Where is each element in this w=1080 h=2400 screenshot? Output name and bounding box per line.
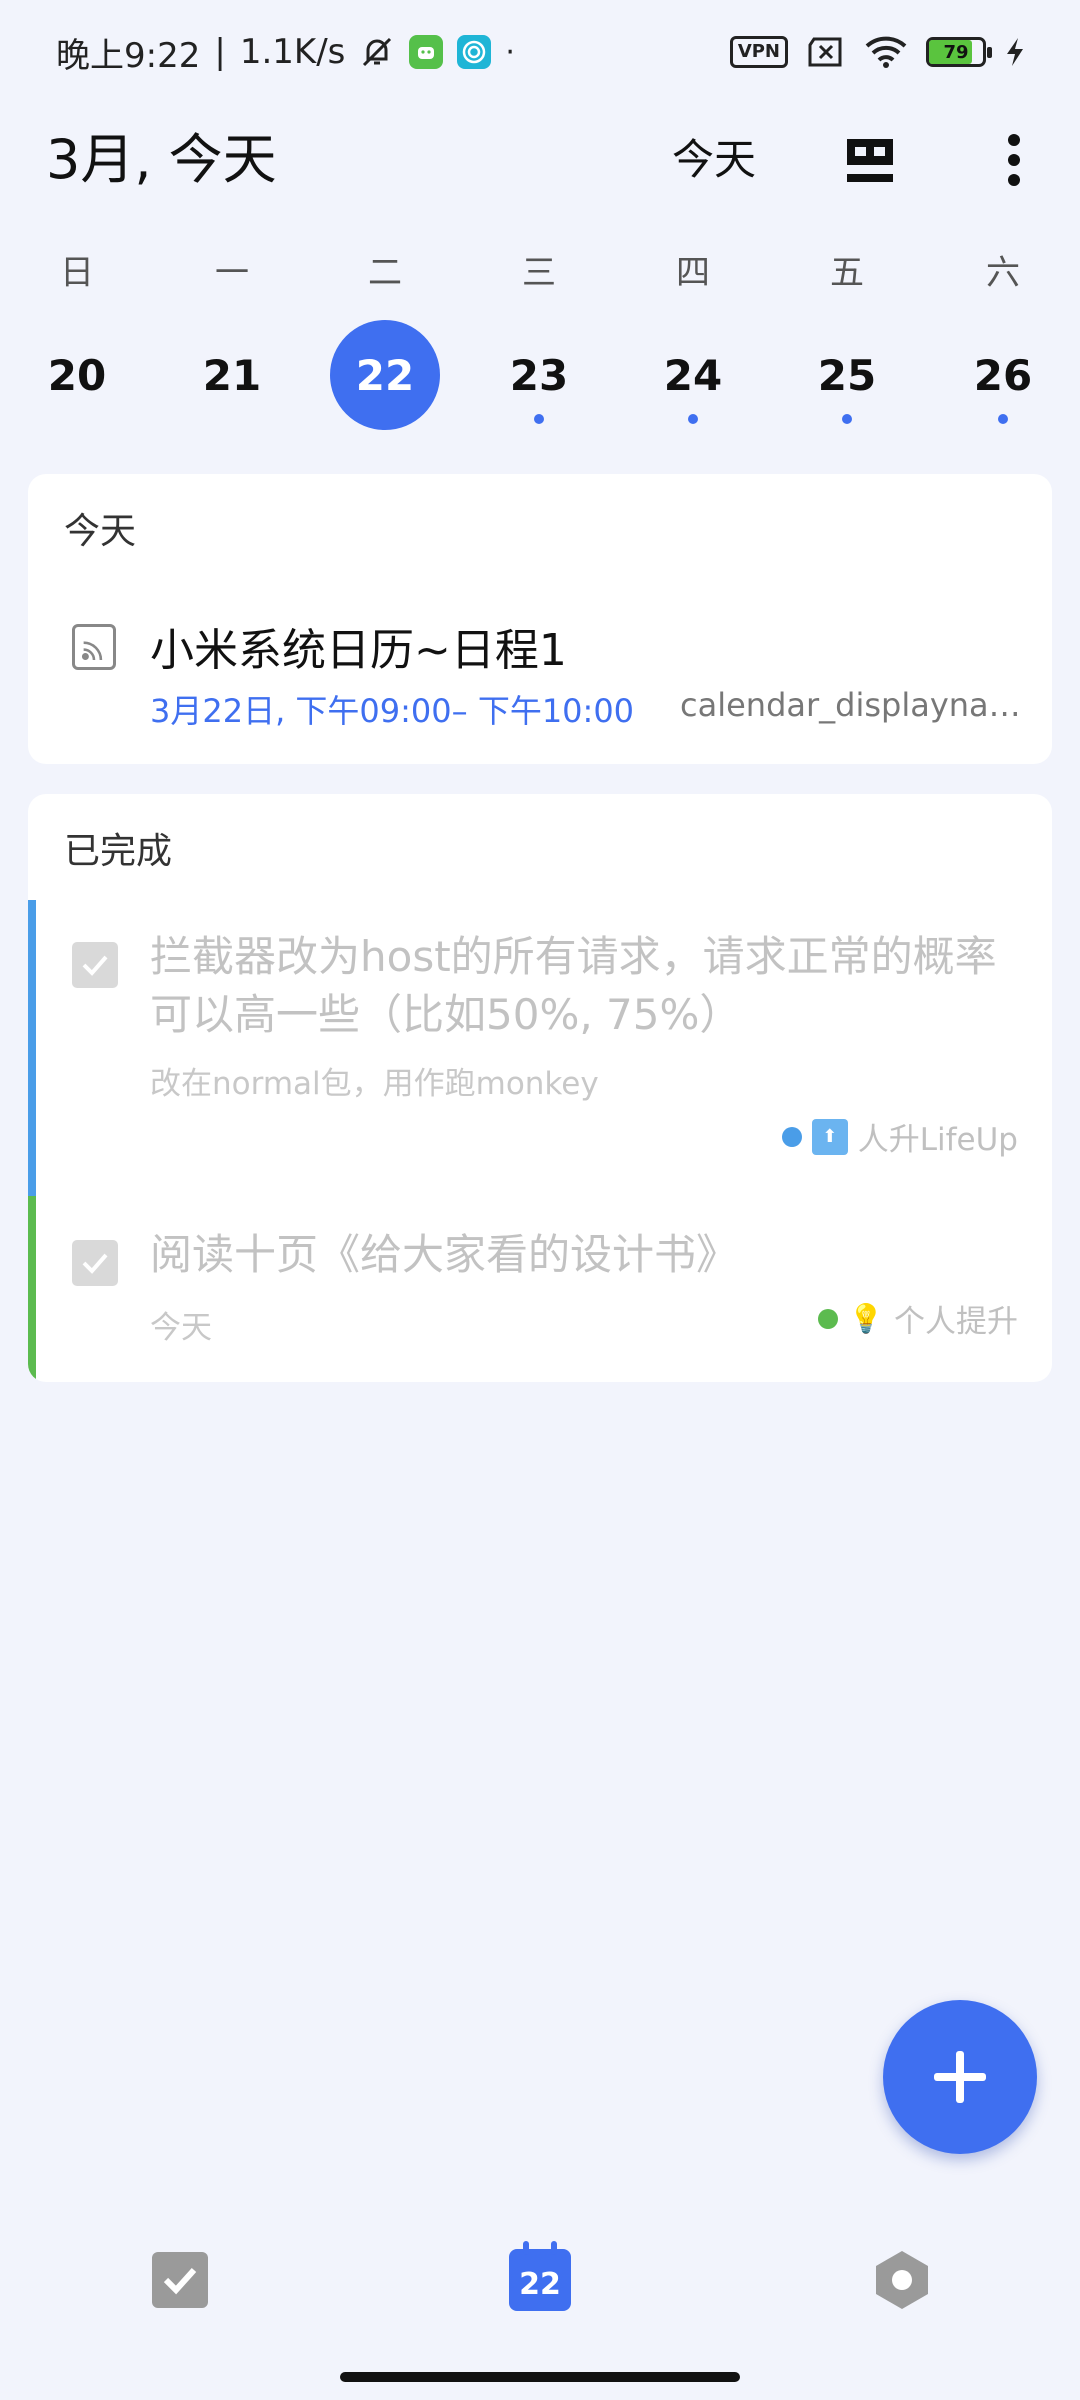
date-cell[interactable]: 21	[177, 320, 287, 430]
date-cell[interactable]: 20	[22, 320, 132, 430]
date-number: 25	[817, 350, 877, 400]
home-indicator[interactable]	[340, 2372, 740, 2382]
event-title: 小米系统日历~日程1	[150, 625, 567, 676]
tag-dot	[781, 1126, 802, 1147]
check-icon	[82, 955, 108, 976]
calendar-screen: 晚上9:22 | 1.1K/s · VPN 79 3月, 今天 今天 日 一 二…	[0, 0, 1080, 2400]
date-number: 22	[355, 350, 415, 400]
nav-calendar[interactable]: 22	[500, 2240, 580, 2320]
calendar-icon: 22	[509, 2241, 571, 2311]
event-dot	[998, 414, 1008, 424]
task-color-bar	[28, 1196, 36, 1382]
tag-emoji: ⬆	[811, 1118, 848, 1155]
date-number: 20	[47, 350, 107, 400]
checkbox-icon	[152, 2252, 208, 2308]
event-item[interactable]: 小米系统日历~日程1 3月22日, 下午09:00– 下午10:00 calen…	[28, 584, 1052, 754]
event-dot	[534, 414, 544, 424]
charging-bolt-icon	[1007, 38, 1023, 66]
today-card: 今天 小米系统日历~日程1 3月22日, 下午09:00– 下午10:00 ca…	[28, 474, 1052, 764]
weekday-header: 日 一 二 三 四 五 六	[0, 248, 1080, 298]
network-speed: 1.1K/s	[239, 32, 346, 72]
calendar-icon-day: 22	[519, 2266, 561, 2302]
task-color-bar	[28, 900, 36, 1196]
today-button[interactable]: 今天	[672, 120, 756, 200]
check-icon	[82, 1253, 108, 1274]
calendar-feed-icon	[72, 624, 116, 670]
tag-dot	[818, 1308, 838, 1329]
event-calendar-name: calendar_displayna…	[680, 686, 1021, 724]
section-title: 已完成	[64, 831, 173, 872]
target-app-icon	[457, 35, 492, 69]
weekday-label: 三	[522, 253, 556, 293]
android-app-icon	[409, 35, 444, 69]
section-title: 今天	[64, 511, 137, 552]
status-right: VPN 79	[729, 28, 1026, 76]
battery-indicator: 79	[926, 37, 992, 67]
weekday-label: 一	[215, 253, 249, 293]
tag-label: 个人提升	[894, 1304, 1018, 1340]
date-number: 26	[973, 350, 1033, 400]
task-tag: 💡 个人提升	[818, 1296, 1018, 1341]
task-note: 改在normal包，用作跑monkey	[150, 1066, 599, 1102]
page-title: 3月, 今天	[46, 128, 277, 191]
date-cell[interactable]: 23	[484, 320, 594, 430]
status-left: 晚上9:22 | 1.1K/s ·	[56, 28, 515, 76]
task-checkbox[interactable]	[72, 1240, 118, 1286]
task-item[interactable]: 拦截器改为host的所有请求，请求正常的概率可以高一些（比如50%, 75%） …	[28, 900, 1052, 1196]
tag-label: 人升LifeUp	[857, 1122, 1018, 1158]
event-time: 3月22日, 下午09:00– 下午10:00	[150, 692, 635, 730]
event-dot	[688, 414, 698, 424]
bottom-navigation: 22	[0, 2220, 1080, 2340]
mute-bell-icon	[363, 37, 392, 67]
week-date-strip: 20 21 22 23 24 25 26	[0, 320, 1080, 440]
task-item[interactable]: 阅读十页《给大家看的设计书》 今天 💡 个人提升	[28, 1196, 1052, 1382]
plus-icon	[934, 2051, 986, 2103]
date-cell-selected[interactable]: 22	[330, 320, 440, 430]
task-note: 今天	[150, 1310, 212, 1346]
weekday-label: 四	[676, 253, 710, 293]
more-vertical-icon[interactable]	[990, 134, 1038, 186]
date-number: 21	[202, 350, 262, 400]
tag-emoji: 💡	[848, 1302, 884, 1335]
status-bar: 晚上9:22 | 1.1K/s · VPN 79	[0, 0, 1080, 104]
weekday-label: 六	[986, 253, 1020, 293]
weekday-label: 五	[830, 253, 864, 293]
vpn-indicator: VPN	[729, 36, 788, 68]
date-number: 23	[509, 350, 569, 400]
task-tag: ⬆ 人升LifeUp	[781, 1114, 1018, 1159]
date-number: 24	[663, 350, 723, 400]
task-checkbox[interactable]	[72, 942, 118, 988]
app-header: 3月, 今天 今天	[0, 120, 1080, 200]
date-cell[interactable]: 26	[948, 320, 1058, 430]
status-dot: ·	[505, 34, 515, 70]
hexagon-settings-icon	[876, 2251, 928, 2309]
date-cell[interactable]: 24	[638, 320, 748, 430]
completed-card: 已完成 拦截器改为host的所有请求，请求正常的概率可以高一些（比如50%, 7…	[28, 794, 1052, 1382]
date-cell[interactable]: 25	[792, 320, 902, 430]
task-title: 拦截器改为host的所有请求，请求正常的概率可以高一些（比如50%, 75%）	[150, 932, 997, 1039]
add-button[interactable]	[883, 2000, 1037, 2154]
status-time: 晚上9:22	[56, 35, 201, 76]
sim-x-icon	[808, 37, 842, 67]
event-dot	[842, 414, 852, 424]
task-title: 阅读十页《给大家看的设计书》	[150, 1230, 739, 1279]
weekday-label: 二	[368, 253, 402, 293]
nav-tasks[interactable]	[140, 2240, 220, 2320]
status-separator: |	[214, 32, 226, 72]
weekday-label: 日	[60, 253, 94, 293]
calendar-view-icon[interactable]	[844, 134, 896, 186]
wifi-icon	[865, 36, 907, 68]
nav-settings[interactable]	[862, 2240, 942, 2320]
battery-level: 79	[943, 41, 969, 63]
